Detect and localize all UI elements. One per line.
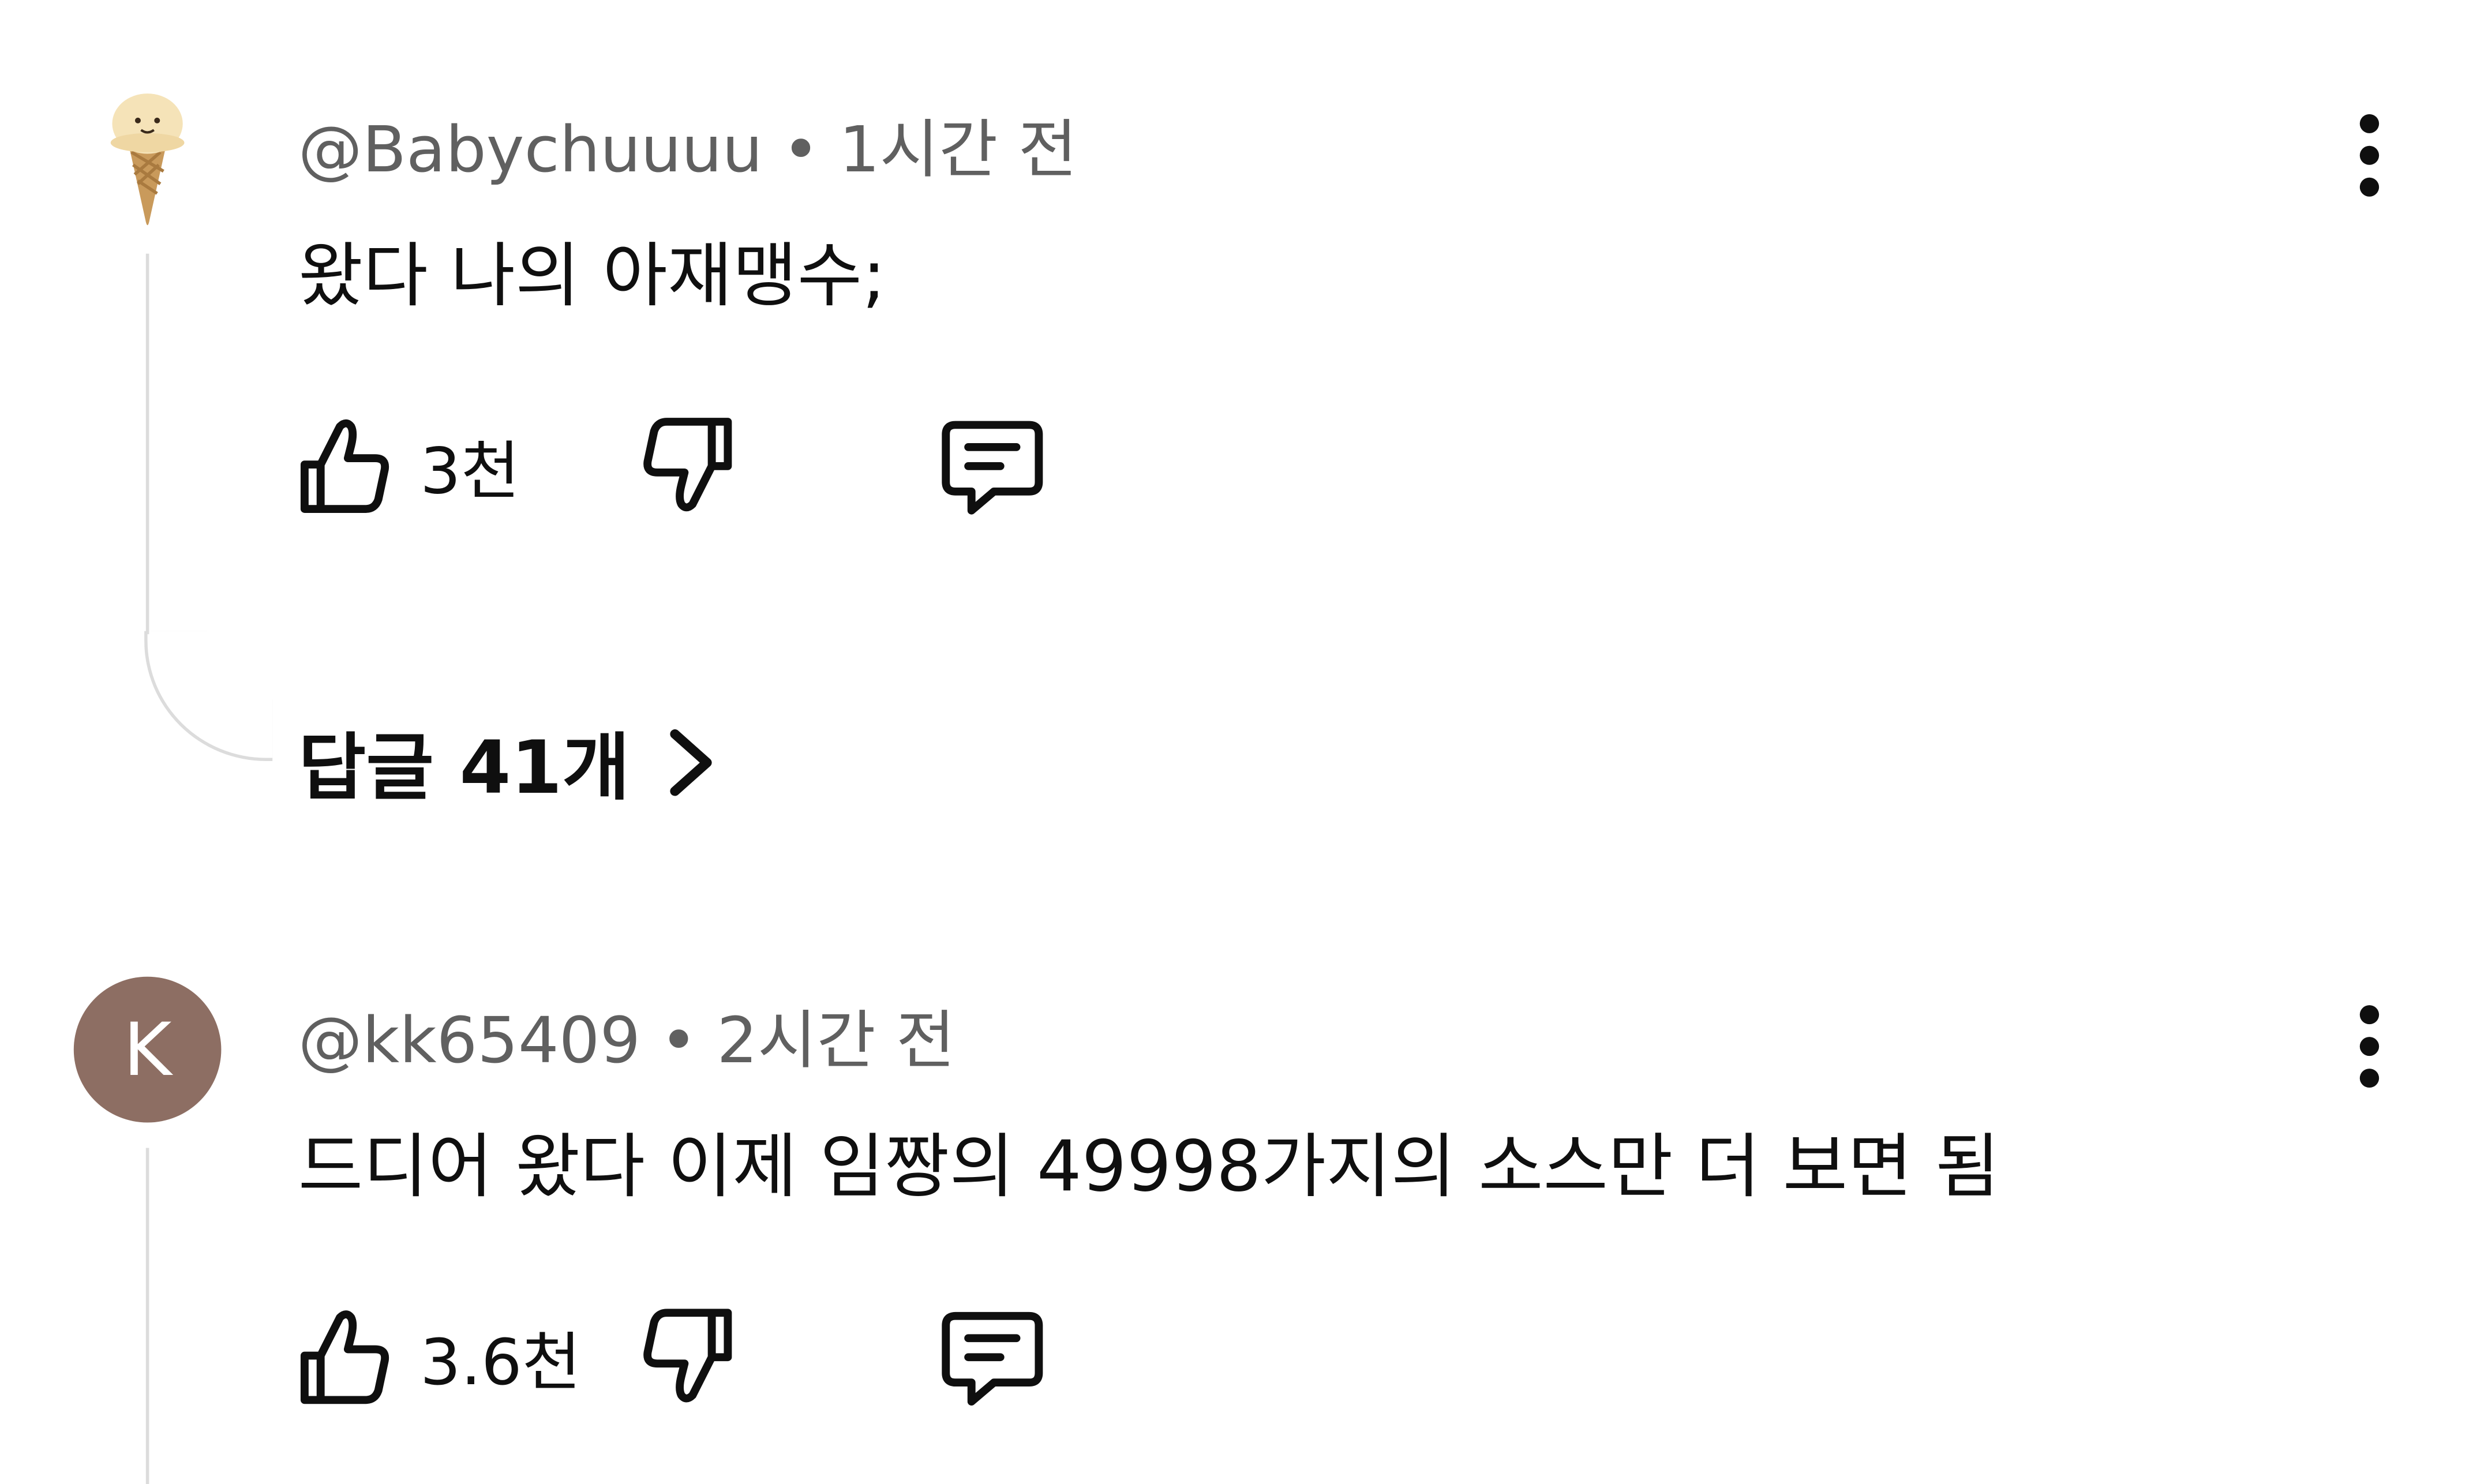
thumb-down-icon[interactable] (641, 415, 734, 514)
thread-line (145, 1148, 149, 1484)
like-count: 3천 (419, 436, 520, 509)
thread-line (145, 253, 149, 635)
comment-actions: 3.6천 (298, 1306, 1132, 1408)
comment-icon[interactable] (939, 418, 1045, 516)
comment-author[interactable]: @kk65409 (298, 1005, 640, 1078)
comment-list: @Babychuuuu • 1시간 전 왔다 나의 아재맹수; 3천 답글 41… (0, 0, 2488, 1484)
more-vertical-icon[interactable] (2334, 983, 2404, 1110)
more-vertical-icon[interactable] (2334, 92, 2404, 219)
thumb-up-icon (300, 419, 389, 513)
comment-time[interactable]: 1시간 전 (839, 114, 1077, 187)
comment-meta: @Babychuuuu • 1시간 전 (298, 98, 1077, 190)
thumb-down-icon[interactable] (641, 1306, 734, 1404)
meta-separator: • (782, 114, 820, 188)
comment-text: 드디어 왔다 이제 임짱의 49998가지의 소스만 더 보면 됨 (298, 1127, 2000, 1208)
avatar[interactable]: K (73, 976, 222, 1123)
like-count: 3.6천 (419, 1326, 581, 1400)
like-button[interactable]: 3천 (298, 415, 520, 517)
comment-author[interactable]: @Babychuuuu (298, 114, 763, 187)
comment-actions: 3천 (298, 415, 1132, 517)
like-button[interactable]: 3.6천 (298, 1306, 581, 1408)
thumb-up-icon (300, 1310, 389, 1404)
meta-separator: • (660, 1005, 698, 1078)
comment-text: 왔다 나의 아재맹수; (298, 236, 886, 317)
comment-time[interactable]: 2시간 전 (717, 1005, 955, 1078)
comment-icon[interactable] (939, 1310, 1045, 1408)
thread-connector (144, 631, 273, 761)
view-replies-button[interactable]: 답글 41개 (298, 710, 723, 815)
comment-meta: @kk65409 • 2시간 전 (298, 990, 955, 1081)
avatar[interactable] (73, 82, 222, 228)
replies-count-label: 답글 41개 (298, 724, 630, 811)
chevron-right-icon (670, 729, 712, 796)
ice-cream-avatar-image (73, 82, 222, 228)
